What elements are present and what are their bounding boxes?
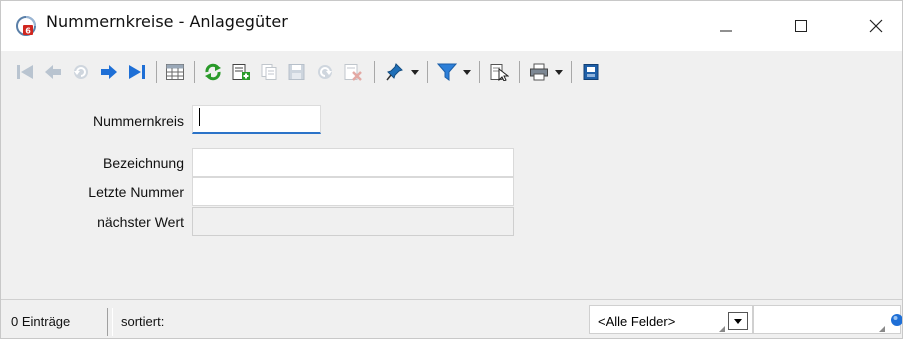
print-dropdown-button[interactable] — [553, 63, 565, 81]
last-record-button[interactable] — [125, 60, 149, 84]
new-record-button[interactable] — [229, 60, 253, 84]
pin-button[interactable] — [383, 60, 407, 84]
status-bar: 0 Einträge sortiert: <Alle Felder> — [1, 299, 902, 338]
document-cursor-icon — [490, 64, 509, 81]
save-icon — [288, 64, 305, 80]
pin-dropdown-button[interactable] — [409, 63, 421, 81]
print-button[interactable] — [527, 60, 551, 84]
resize-grip-icon — [879, 326, 885, 332]
filter-icon — [437, 63, 457, 81]
toolbar-separator — [194, 61, 195, 83]
toolbar-separator — [374, 61, 375, 83]
refresh-icon — [205, 63, 221, 81]
bezeichnung-input[interactable] — [192, 148, 514, 177]
letzte-nummer-label: Letzte Nummer — [88, 184, 184, 200]
clipboard-button[interactable] — [579, 60, 603, 84]
toolbar — [1, 51, 902, 93]
app-window: 6 Nummernkreise - Anlagegüter Nummernkre… — [0, 0, 903, 339]
first-record-icon — [17, 65, 33, 79]
nummernkreis-label: Nummernkreis — [92, 113, 184, 129]
document-cursor-button[interactable] — [487, 60, 511, 84]
field-filter-value: <Alle Felder> — [598, 314, 676, 329]
chevron-down-icon — [734, 318, 742, 324]
title-bar: 6 Nummernkreise - Anlagegüter — [1, 1, 902, 51]
chevron-down-icon — [411, 69, 419, 75]
next-record-button[interactable] — [97, 60, 121, 84]
table-view-icon — [166, 64, 184, 80]
next-record-icon — [101, 65, 117, 79]
svg-text:6: 6 — [25, 27, 31, 36]
maximize-icon — [795, 20, 807, 32]
nummernkreis-input[interactable] — [192, 105, 321, 134]
filter-dropdown-button[interactable] — [461, 63, 473, 81]
maximize-button[interactable] — [771, 1, 831, 51]
last-record-icon — [129, 65, 145, 79]
chevron-down-icon — [555, 69, 563, 75]
toolbar-separator — [156, 61, 157, 83]
previous-record-icon — [45, 65, 61, 79]
delete-icon — [344, 64, 362, 81]
toolbar-separator — [519, 61, 520, 83]
naechster-wert-input — [192, 207, 514, 236]
record-count: 0 Einträge — [11, 314, 71, 329]
status-divider — [107, 308, 113, 336]
save-button[interactable] — [285, 60, 309, 84]
undo-icon — [74, 65, 88, 79]
table-view-button[interactable] — [163, 60, 187, 84]
first-record-button[interactable] — [13, 60, 37, 84]
previous-record-button[interactable] — [41, 60, 65, 84]
bezeichnung-label: Bezeichnung — [103, 155, 184, 171]
pin-icon — [386, 63, 403, 81]
toolbar-separator — [479, 61, 480, 83]
close-icon — [869, 19, 883, 33]
minimize-button[interactable] — [696, 1, 756, 51]
window-title: Nummernkreise - Anlagegüter — [46, 12, 288, 31]
toolbar-separator — [427, 61, 428, 83]
minimize-icon — [720, 30, 732, 32]
print-icon — [530, 63, 548, 81]
sort-status: sortiert: — [121, 314, 165, 329]
undo-button[interactable] — [69, 60, 93, 84]
new-record-icon — [232, 64, 250, 80]
text-cursor — [199, 108, 200, 126]
close-button[interactable] — [846, 1, 903, 51]
app-logo-icon: 6 — [16, 16, 36, 36]
filter-button[interactable] — [435, 60, 459, 84]
delete-button[interactable] — [341, 60, 365, 84]
naechster-wert-label: nächster Wert — [97, 214, 184, 230]
field-filter-dropdown-button[interactable] — [728, 312, 748, 330]
search-globe-icon[interactable] — [888, 312, 902, 328]
copy-record-icon — [261, 64, 277, 80]
copy-record-button[interactable] — [257, 60, 281, 84]
letzte-nummer-input[interactable] — [192, 177, 514, 206]
refresh-button[interactable] — [201, 60, 225, 84]
revert-icon — [318, 65, 332, 79]
revert-button[interactable] — [313, 60, 337, 84]
clipboard-icon — [583, 64, 599, 80]
chevron-down-icon — [463, 69, 471, 75]
toolbar-separator — [571, 61, 572, 83]
resize-grip-icon — [719, 326, 725, 332]
